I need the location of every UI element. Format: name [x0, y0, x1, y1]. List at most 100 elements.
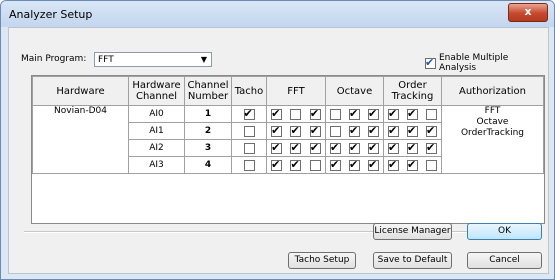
checkmark-icon: ✔ — [388, 140, 398, 154]
order-tracking-checkbox[interactable]: ✔ — [388, 123, 399, 137]
octave-checkbox[interactable]: ✔ — [349, 157, 360, 171]
authorization-item: OrderTracking — [460, 128, 525, 138]
checkmark-icon: ✔ — [407, 157, 417, 171]
channel-number-cell: 3 — [184, 139, 232, 157]
octave-checkbox[interactable] — [330, 108, 341, 120]
fft-checkbox[interactable]: ✔ — [309, 107, 321, 120]
window-title: Analyzer Setup — [9, 8, 93, 21]
checkmark-icon: ✔ — [271, 140, 281, 154]
order-tracking-checkbox[interactable]: ✔ — [407, 107, 418, 120]
octave-checkbox[interactable]: ✔ — [349, 124, 360, 137]
checkmark-icon: ✔ — [425, 55, 435, 69]
fft-cell: ✔ ✔ ✔ — [266, 139, 326, 157]
order-tracking-checkbox[interactable]: ✔ — [388, 140, 399, 154]
fft-cell: ✔ ✔ ✔ — [266, 122, 326, 140]
octave-checkbox[interactable] — [330, 125, 341, 137]
checkmark-icon: ✔ — [368, 140, 378, 154]
order-tracking-cell: ✔ ✔ — [383, 105, 442, 123]
checkmark-icon: ✔ — [330, 157, 340, 171]
tacho-checkbox[interactable] — [243, 125, 255, 137]
table-header-row: Hardware Hardware Channel Channel Number… — [32, 76, 544, 106]
fft-cell: ✔ ✔ — [266, 105, 326, 123]
hardware-channel-cell: AI2 — [128, 139, 185, 157]
table-body: Novian-D04 AI0 1 ✔ ✔ ✔ ✔ ✔ ✔ ✔ FFT Octave OrderTrack… — [32, 105, 544, 174]
channel-number-cell: 1 — [184, 105, 232, 123]
checkmark-icon: ✔ — [368, 106, 378, 120]
fft-checkbox[interactable]: ✔ — [271, 124, 283, 137]
license-manager-button[interactable]: License Manager — [373, 223, 452, 240]
order-tracking-checkbox[interactable]: ✔ — [426, 123, 437, 137]
order-tracking-checkbox-group: ✔ ✔ ✔ — [385, 123, 441, 137]
tacho-checkbox-group: ✔ — [233, 107, 266, 120]
fft-checkbox[interactable]: ✔ — [290, 124, 302, 137]
checkmark-icon: ✔ — [271, 106, 281, 120]
octave-checkbox[interactable]: ✔ — [368, 140, 379, 154]
checkmark-icon: ✔ — [290, 157, 300, 171]
octave-checkbox[interactable]: ✔ — [368, 158, 379, 171]
dropdown-arrow-icon[interactable]: ▼ — [201, 55, 207, 64]
checkmark-icon: ✔ — [290, 140, 300, 154]
cancel-button[interactable]: Cancel — [467, 252, 542, 269]
order-tracking-checkbox[interactable]: ✔ — [388, 158, 399, 171]
tacho-checkbox[interactable] — [243, 142, 255, 154]
octave-checkbox[interactable]: ✔ — [368, 106, 379, 120]
enable-multiple-analysis[interactable]: ✔ Enable Multiple Analysis — [425, 53, 548, 73]
fft-checkbox[interactable]: ✔ — [309, 141, 321, 154]
order-tracking-checkbox[interactable]: ✔ — [407, 140, 418, 154]
octave-checkbox[interactable]: ✔ — [330, 157, 341, 171]
tacho-setup-button[interactable]: Tacho Setup — [288, 252, 356, 269]
header-authorization: Authorization — [441, 76, 544, 106]
order-tracking-checkbox[interactable]: ✔ — [426, 141, 437, 154]
order-tracking-checkbox[interactable]: ✔ — [407, 157, 418, 171]
authorization-cell: FFT Octave OrderTracking — [441, 105, 544, 174]
order-tracking-checkbox[interactable] — [426, 159, 437, 171]
fft-checkbox[interactable] — [309, 159, 321, 171]
header-hardware-channel: Hardware Channel — [128, 76, 185, 106]
octave-cell: ✔ ✔ — [325, 122, 384, 140]
order-tracking-checkbox[interactable]: ✔ — [388, 107, 399, 120]
fft-checkbox[interactable] — [290, 108, 302, 120]
fft-checkbox[interactable]: ✔ — [271, 140, 283, 154]
hardware-name: Novian-D04 — [54, 106, 107, 117]
octave-checkbox[interactable]: ✔ — [368, 123, 379, 137]
fft-checkbox[interactable]: ✔ — [271, 158, 283, 171]
checkmark-icon: ✔ — [368, 123, 378, 137]
enable-multiple-checkbox[interactable]: ✔ — [425, 55, 436, 69]
main-program-select[interactable]: FFT ▼ — [94, 52, 212, 67]
checkmark-icon: ✔ — [426, 123, 436, 137]
order-tracking-checkbox-group: ✔ ✔ — [385, 107, 441, 120]
header-tacho: Tacho — [231, 76, 267, 106]
order-tracking-checkbox[interactable]: ✔ — [407, 124, 418, 137]
close-button[interactable]: x — [508, 3, 548, 22]
hardware-cell: Novian-D04 — [32, 105, 129, 174]
channel-table: Hardware Hardware Channel Channel Number… — [32, 76, 544, 174]
fft-checkbox[interactable]: ✔ — [290, 140, 302, 154]
octave-checkbox-group: ✔ ✔ — [327, 106, 383, 120]
fft-checkbox-group: ✔ ✔ — [268, 157, 325, 171]
ok-button[interactable]: OK — [467, 223, 542, 240]
octave-cell: ✔ ✔ ✔ — [325, 139, 384, 157]
octave-checkbox[interactable]: ✔ — [349, 140, 360, 154]
octave-checkbox[interactable]: ✔ — [330, 141, 341, 154]
order-tracking-checkbox[interactable] — [426, 108, 437, 120]
main-program-label: Main Program: — [21, 54, 87, 64]
tacho-cell — [231, 122, 267, 140]
channel-grid: Hardware Hardware Channel Channel Number… — [31, 75, 545, 224]
tacho-checkbox[interactable] — [243, 159, 255, 171]
order-tracking-cell: ✔ ✔ ✔ — [383, 139, 442, 157]
checkmark-icon: ✔ — [407, 140, 417, 154]
fft-checkbox[interactable]: ✔ — [309, 124, 321, 137]
header-order-tracking: Order Tracking — [383, 76, 442, 106]
checkmark-icon: ✔ — [349, 157, 359, 171]
octave-checkbox[interactable]: ✔ — [349, 106, 360, 120]
save-to-default-button[interactable]: Save to Default — [373, 252, 452, 269]
fft-checkbox[interactable]: ✔ — [271, 106, 283, 120]
authorization-item: Octave — [476, 117, 509, 127]
authorization-item: FFT — [484, 106, 501, 117]
fft-checkbox[interactable]: ✔ — [290, 157, 302, 171]
checkmark-icon: ✔ — [349, 140, 359, 154]
checkmark-icon: ✔ — [388, 123, 398, 137]
checkmark-icon: ✔ — [349, 106, 359, 120]
dialog-body: Main Program: FFT ▼ ✔ Enable Multiple An… — [8, 27, 549, 274]
tacho-checkbox[interactable]: ✔ — [243, 107, 255, 120]
